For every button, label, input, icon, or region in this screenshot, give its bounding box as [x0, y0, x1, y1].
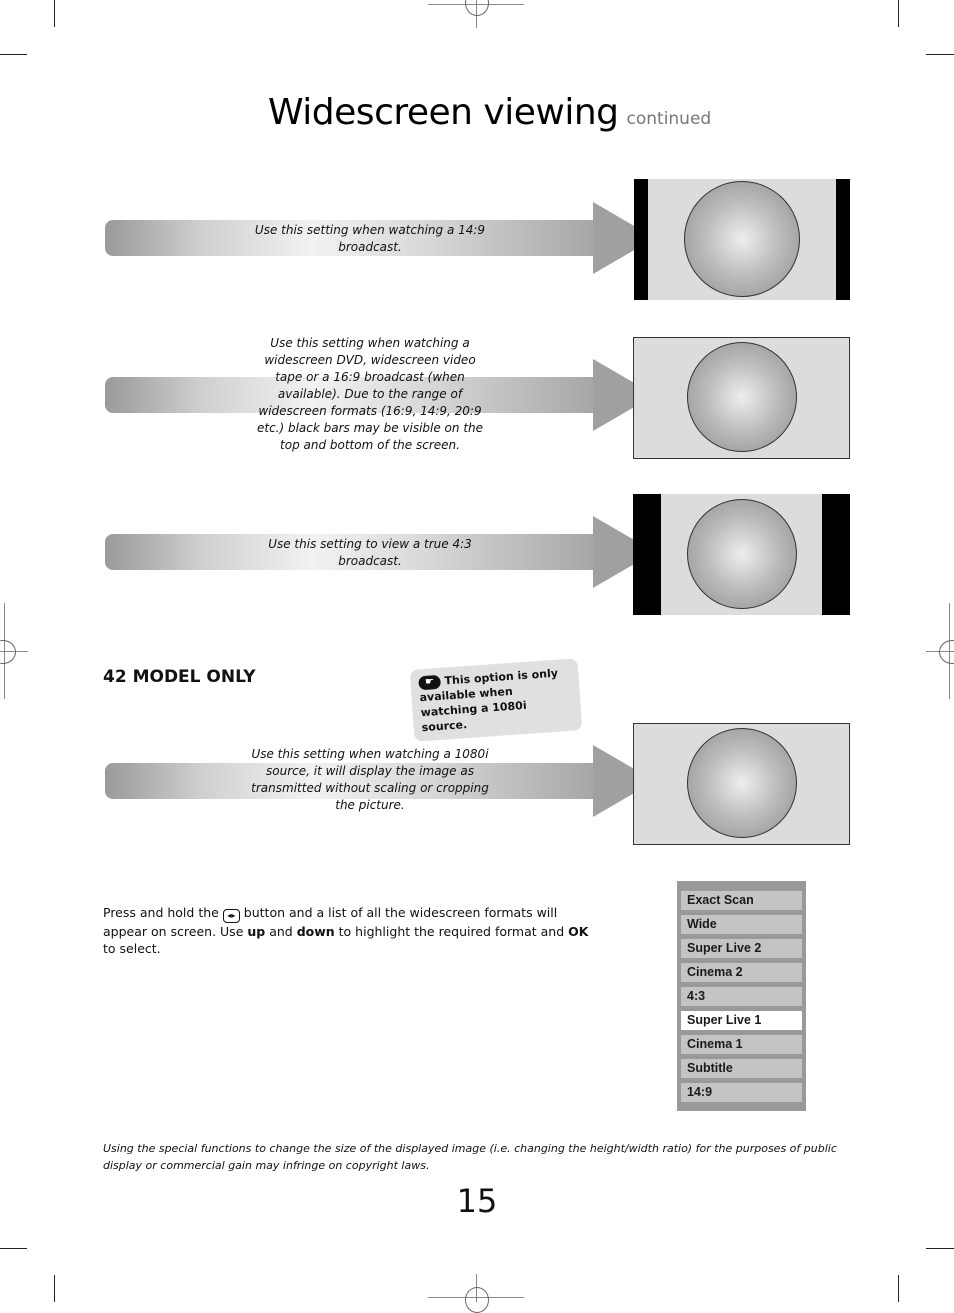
menu-item-subtitle[interactable]: Subtitle [681, 1059, 802, 1078]
crop-mark [54, 1275, 55, 1302]
format-menu: Exact Scan Wide Super Live 2 Cinema 2 4:… [677, 881, 806, 1111]
instructions-part: to highlight the required format and [334, 924, 569, 939]
crop-mark [54, 0, 55, 27]
menu-item-cinema-2[interactable]: Cinema 2 [681, 963, 802, 982]
info-note-text: This option is only available when watch… [419, 666, 559, 735]
crop-mark [898, 1275, 899, 1302]
menu-item-super-live-1[interactable]: Super Live 1 [681, 1011, 802, 1030]
screen-illustration-4-3 [633, 494, 850, 615]
crop-mark [898, 0, 899, 27]
black-bar [836, 179, 850, 300]
screen-illustration-exact-scan [633, 723, 850, 845]
section-heading: 42 MODEL ONLY [103, 667, 256, 687]
menu-item-4-3[interactable]: 4:3 [681, 987, 802, 1006]
black-bar [634, 179, 648, 300]
crop-mark [926, 1248, 954, 1249]
menu-item-wide[interactable]: Wide [681, 915, 802, 934]
copyright-note: Using the special functions to change th… [103, 1142, 837, 1172]
widescreen-button-icon: ◂▸ [222, 909, 240, 923]
format-caption: Use this setting when watching a 14:9 br… [254, 223, 486, 254]
registration-mark [0, 640, 16, 664]
format-caption: Use this setting to view a true 4:3 broa… [268, 537, 472, 568]
instructions-part: Press and hold the [103, 905, 223, 920]
crop-mark [0, 1248, 27, 1249]
registration-mark [465, 1287, 489, 1313]
info-note: ☛ This option is only available when watc… [409, 658, 583, 742]
page-title-text: Widescreen viewing [268, 92, 619, 133]
title-suffix: continued [626, 109, 712, 129]
screen-illustration-wide [633, 337, 850, 459]
menu-item-exact-scan[interactable]: Exact Scan [681, 891, 802, 910]
menu-item-14-9[interactable]: 14:9 [681, 1083, 802, 1102]
sphere-image [684, 181, 800, 297]
page-title: Widescreen viewing continued [268, 92, 711, 133]
format-caption: Use this setting when watching a 1080i s… [251, 747, 489, 812]
black-bar [633, 494, 661, 615]
screen-illustration-14-9 [634, 179, 850, 300]
instructions-part: and [265, 924, 297, 939]
registration-mark [939, 640, 954, 664]
down-keyword: down [296, 924, 335, 939]
sphere-image [687, 728, 797, 838]
crop-mark [0, 54, 27, 55]
crop-mark [926, 54, 954, 55]
pointing-hand-icon: ☛ [418, 674, 442, 691]
instructions-part: to select. [103, 941, 161, 956]
sphere-image [687, 499, 797, 609]
format-caption: Use this setting when watching a widescr… [256, 336, 484, 452]
menu-item-cinema-1[interactable]: Cinema 1 [681, 1035, 802, 1054]
instructions-text: Press and hold the ◂▸ button and a list … [103, 904, 593, 957]
up-keyword: up [247, 924, 266, 939]
registration-mark [465, 0, 489, 16]
menu-item-super-live-2[interactable]: Super Live 2 [681, 939, 802, 958]
page-number: 15 [456, 1182, 498, 1220]
sphere-image [687, 342, 797, 452]
ok-keyword: OK [568, 924, 589, 939]
black-bar [822, 494, 850, 615]
